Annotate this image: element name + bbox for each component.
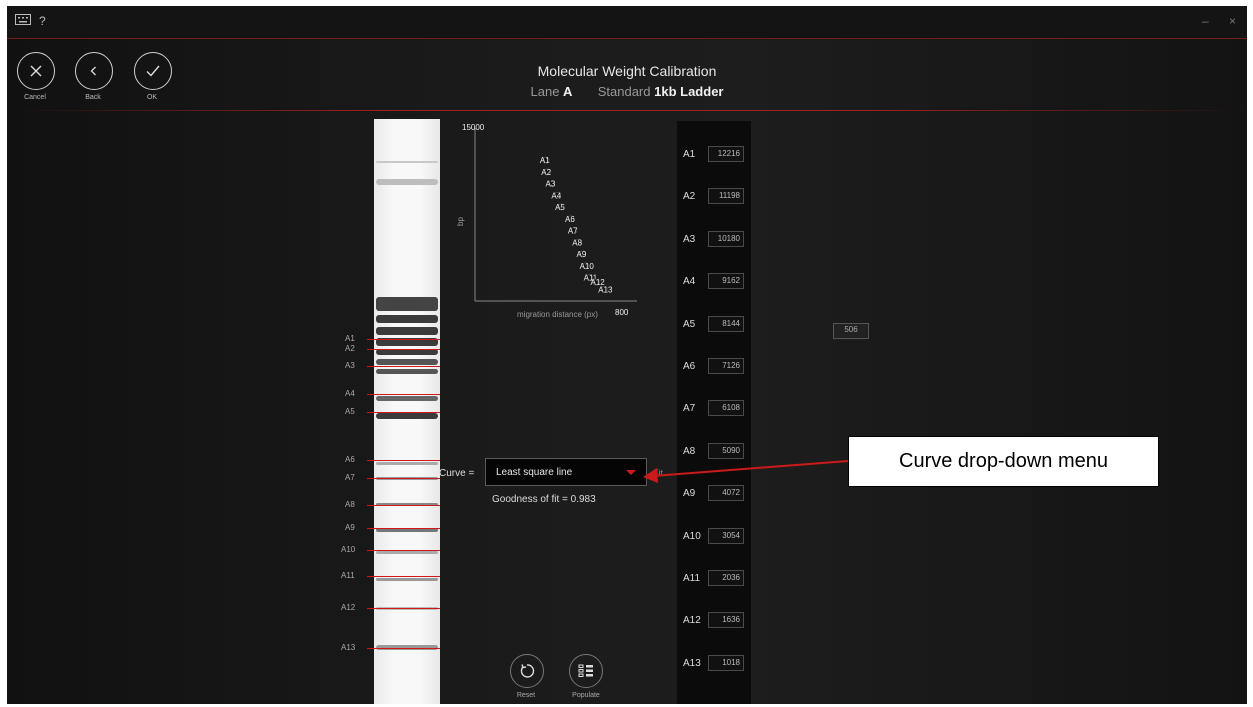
callout-arrow-head — [643, 468, 658, 483]
app-window: ? – × Cancel Back OK Molecular Weight Ca… — [7, 6, 1247, 704]
callout-arrow — [643, 460, 849, 483]
callout-label: Curve drop-down menu — [848, 436, 1159, 487]
callout-arrow-line — [652, 460, 849, 477]
